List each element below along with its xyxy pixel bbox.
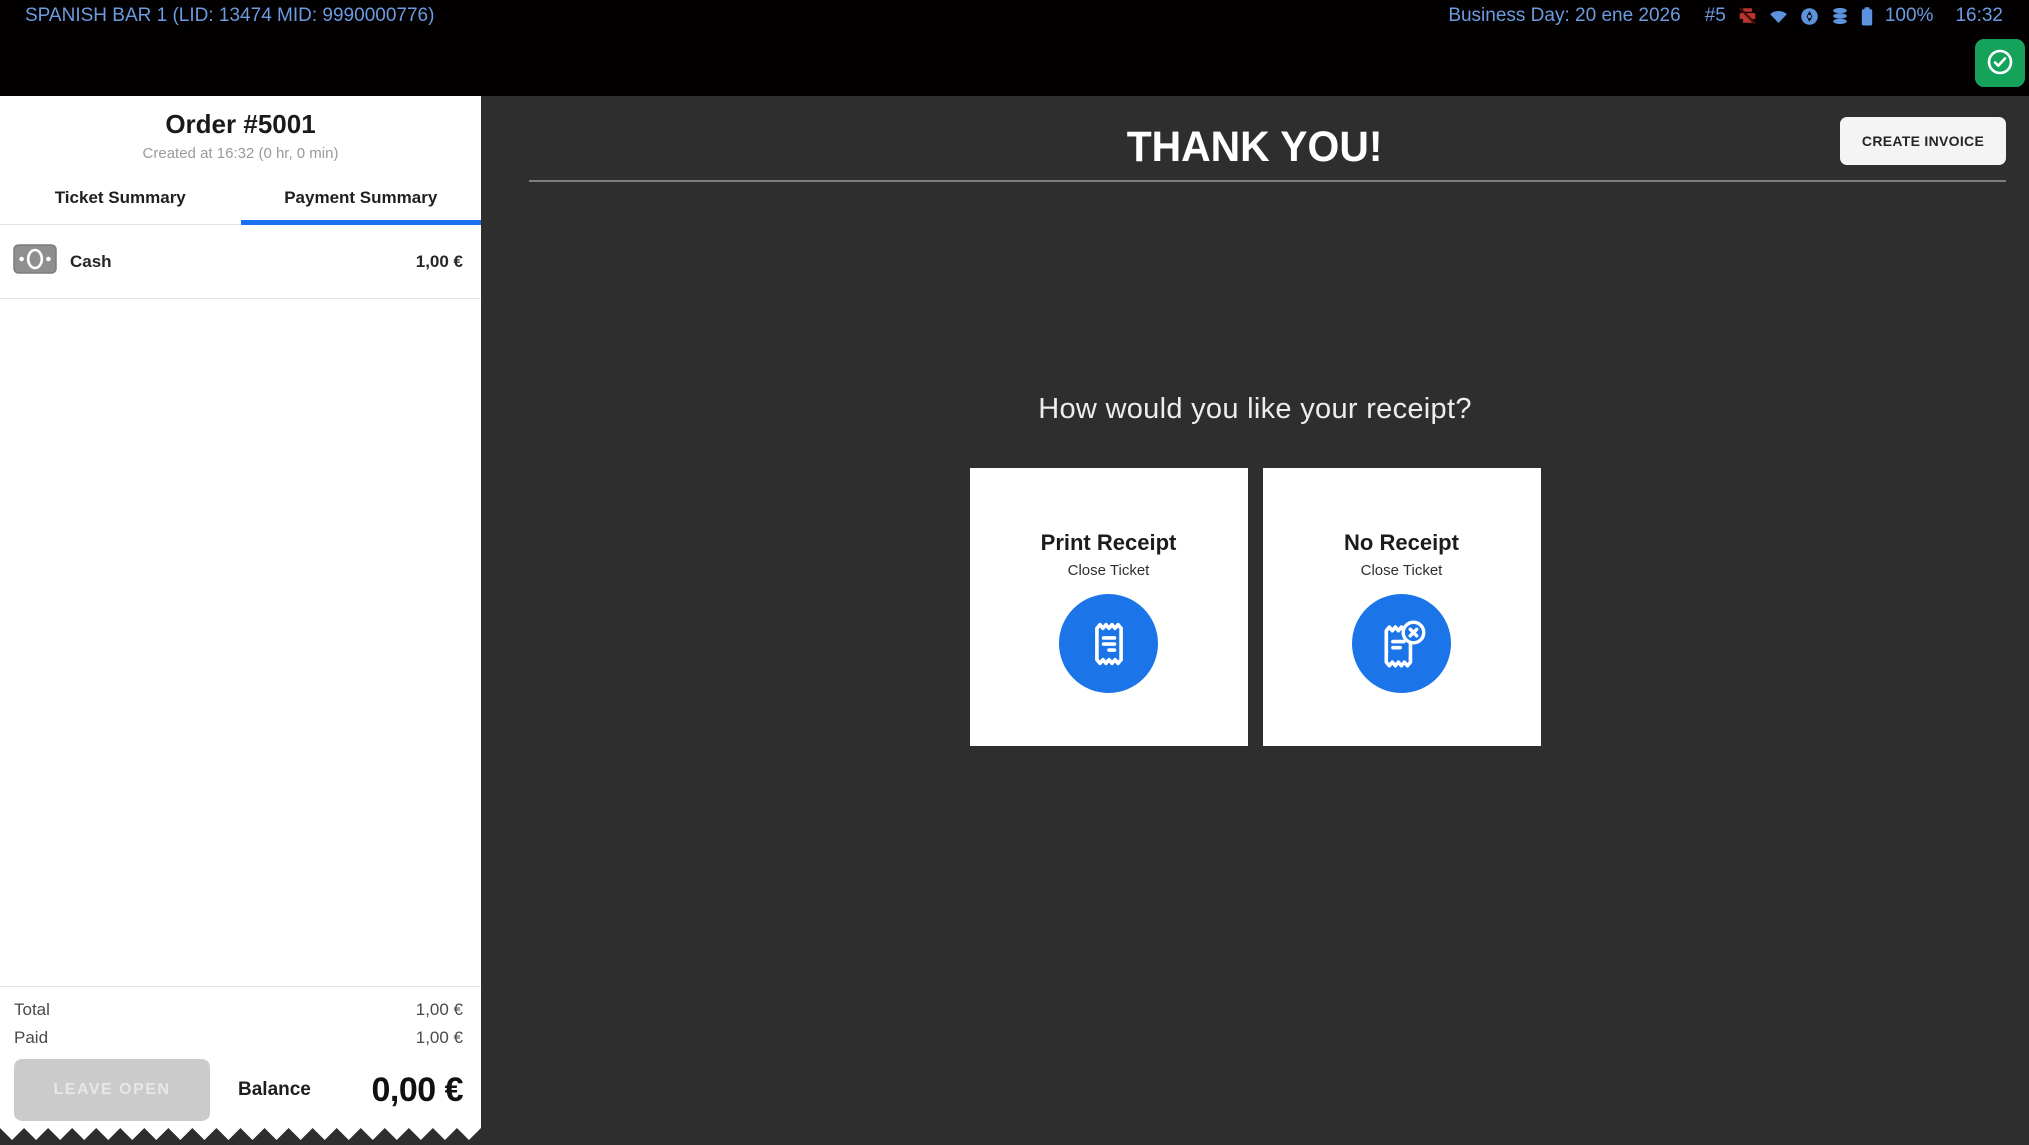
- tab-payment-summary[interactable]: Payment Summary: [241, 173, 482, 224]
- database-icon: [1831, 7, 1849, 25]
- wifi-icon: [1769, 8, 1788, 24]
- receipt-question: How would you like your receipt?: [481, 393, 2029, 426]
- print-receipt-card[interactable]: Print Receipt Close Ticket: [970, 468, 1248, 746]
- order-totals-footer: Total 1,00 € Paid 1,00 € LEAVE OPEN Bala…: [0, 986, 481, 1127]
- main-header: THANK YOU! CREATE INVOICE: [481, 116, 2029, 178]
- check-circle-icon: [1985, 47, 2015, 80]
- balance-label: Balance: [238, 1079, 311, 1101]
- order-header: Order #5001 Created at 16:32 (0 hr, 0 mi…: [0, 96, 481, 167]
- business-day: Business Day: 20 ene 2026: [1448, 5, 1680, 27]
- panel-spacer: [0, 299, 481, 986]
- terminal-number: #5: [1705, 5, 1726, 27]
- tab-ticket-summary[interactable]: Ticket Summary: [0, 173, 241, 224]
- order-created-at: Created at 16:32 (0 hr, 0 min): [0, 145, 481, 162]
- total-label: Total: [14, 1000, 50, 1020]
- order-panel: Order #5001 Created at 16:32 (0 hr, 0 mi…: [0, 96, 481, 1145]
- balance-value: 0,00 €: [371, 1071, 463, 1110]
- sync-icon: [1800, 7, 1819, 26]
- status-bar-right: Business Day: 20 ene 2026 #5: [1448, 5, 2003, 27]
- create-invoice-button[interactable]: CREATE INVOICE: [1840, 117, 2006, 165]
- clock: 16:32: [1955, 5, 2003, 27]
- payment-amount: 1,00 €: [416, 252, 463, 272]
- receipt-options: Print Receipt Close Ticket No Receipt: [481, 468, 2029, 746]
- confirm-success-button[interactable]: [1975, 39, 2025, 87]
- payment-method: Cash: [70, 252, 112, 272]
- content: Order #5001 Created at 16:32 (0 hr, 0 mi…: [0, 96, 2029, 1145]
- receipt-torn-edge: [0, 1127, 481, 1140]
- order-receipt: Order #5001 Created at 16:32 (0 hr, 0 mi…: [0, 96, 481, 1127]
- printer-disabled-icon: [1738, 7, 1757, 25]
- status-bar: SPANISH BAR 1 (LID: 13474 MID: 999000077…: [0, 0, 2029, 32]
- leave-open-button[interactable]: LEAVE OPEN: [14, 1059, 210, 1121]
- card-subtitle: Close Ticket: [1263, 562, 1541, 579]
- order-title: Order #5001: [0, 109, 481, 140]
- total-row: Total 1,00 €: [14, 996, 463, 1024]
- paid-label: Paid: [14, 1028, 48, 1048]
- battery-icon: [1861, 7, 1873, 26]
- battery-percent: 100%: [1885, 5, 1934, 27]
- main-area: THANK YOU! CREATE INVOICE How would you …: [481, 96, 2029, 1145]
- divider: [529, 180, 2006, 182]
- paid-value: 1,00 €: [416, 1028, 463, 1048]
- page-title: THANK YOU!: [1127, 123, 1383, 172]
- payment-row-cash[interactable]: Cash 1,00 €: [0, 225, 481, 299]
- card-subtitle: Close Ticket: [970, 562, 1248, 579]
- cash-icon: [13, 244, 57, 279]
- no-receipt-card[interactable]: No Receipt Close Ticket: [1263, 468, 1541, 746]
- app-header: [0, 32, 2029, 96]
- balance-row: LEAVE OPEN Balance 0,00 €: [14, 1059, 463, 1121]
- card-title: Print Receipt: [970, 530, 1248, 556]
- merchant-info: SPANISH BAR 1 (LID: 13474 MID: 999000077…: [25, 5, 434, 27]
- print-receipt-icon: [1059, 594, 1158, 693]
- card-title: No Receipt: [1263, 530, 1541, 556]
- total-value: 1,00 €: [416, 1000, 463, 1020]
- paid-row: Paid 1,00 €: [14, 1024, 463, 1052]
- no-receipt-icon: [1352, 594, 1451, 693]
- summary-tabs: Ticket Summary Payment Summary: [0, 173, 481, 225]
